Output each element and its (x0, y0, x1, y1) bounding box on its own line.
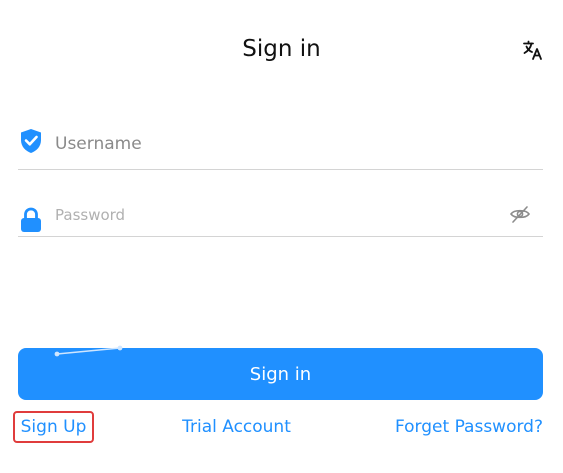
forget-password-link[interactable]: Forget Password? (395, 414, 543, 440)
shield-check-icon (18, 127, 44, 155)
translate-icon (523, 40, 542, 60)
language-button[interactable] (522, 39, 544, 61)
eye-off-icon[interactable] (509, 204, 531, 226)
username-input[interactable] (55, 130, 499, 158)
username-field (18, 121, 543, 170)
sign-in-button[interactable]: Sign in (18, 348, 543, 400)
lock-icon (18, 206, 44, 234)
password-field (18, 188, 543, 237)
page-title: Sign in (242, 36, 321, 62)
password-input[interactable] (55, 202, 499, 228)
